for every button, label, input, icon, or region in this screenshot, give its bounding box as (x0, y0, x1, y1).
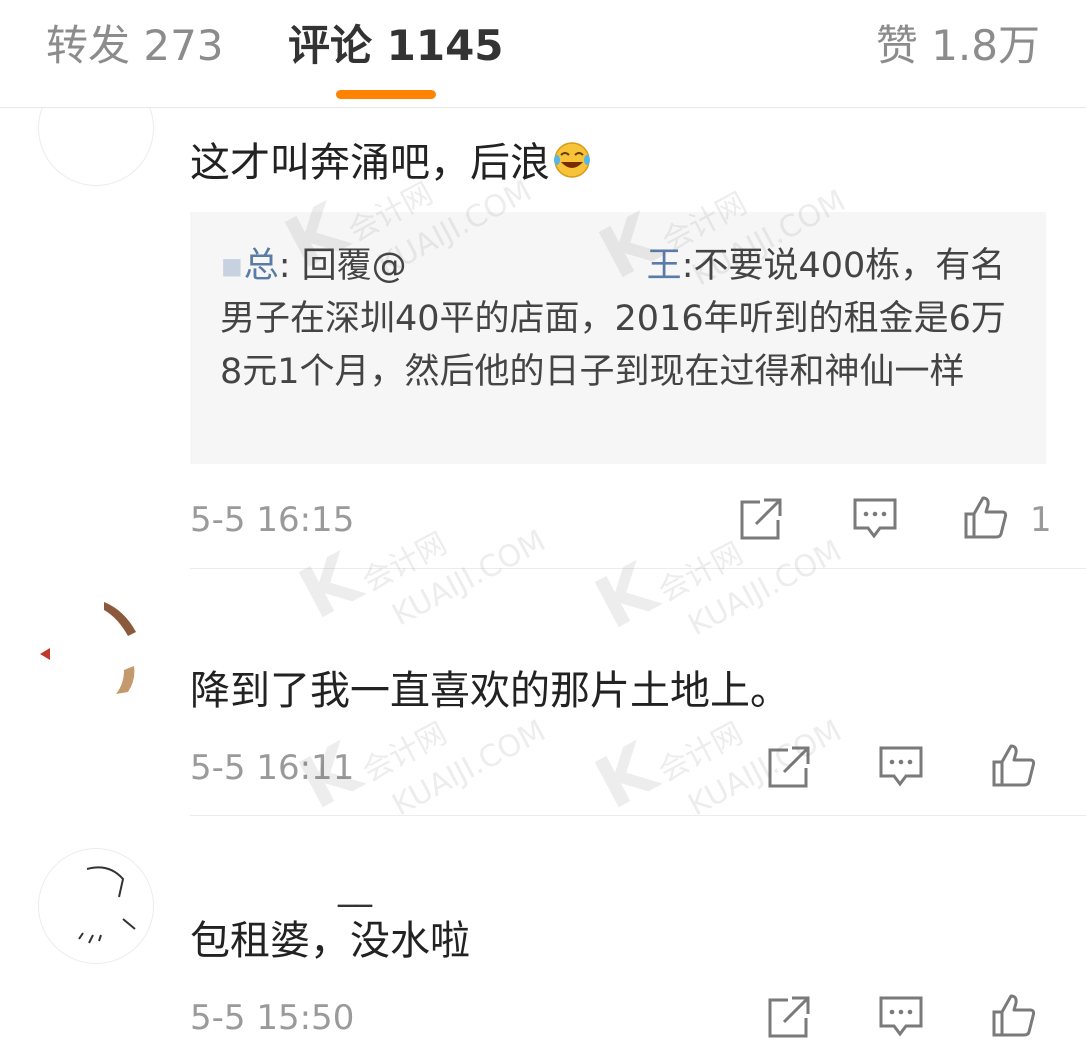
comment-text: 降到了我一直喜欢的那片土地上。 (190, 668, 790, 714)
active-tab-indicator (336, 90, 436, 99)
comment-separator (190, 568, 1086, 569)
like-count: 1 (1030, 500, 1052, 540)
share-icon[interactable] (766, 744, 812, 790)
reply-author-name[interactable]: ▪总 (220, 246, 279, 286)
comment-icon[interactable] (878, 744, 924, 790)
tab-like[interactable]: 赞 1.8万 (876, 18, 1040, 74)
comment-icon[interactable] (878, 994, 924, 1040)
avatar[interactable] (38, 848, 154, 964)
quoted-reply[interactable]: ▪总: 回覆@ 王:不要说400栋，有名男子在深圳40平的店面，2016年听到的租… (190, 212, 1046, 464)
comment-time: 5-5 15:50 (190, 998, 355, 1038)
tab-divider (0, 107, 1086, 108)
comment-icon[interactable] (852, 496, 898, 542)
username[interactable]: __ (338, 868, 372, 908)
like-icon[interactable] (962, 494, 1008, 540)
quoted-reply-text: ▪总: 回覆@ 王:不要说400栋，有名男子在深圳40平的店面，2016年听到的租… (220, 240, 1016, 399)
avatar-image (78, 866, 136, 944)
avatar-image (40, 602, 136, 694)
avatar[interactable] (38, 596, 154, 712)
comment-text-body: 这才叫奔涌吧，后浪 (190, 140, 550, 186)
comment-time: 5-5 16:15 (190, 500, 355, 540)
comment-time: 5-5 16:11 (190, 748, 355, 788)
comment-item: __ 包租婆，没水啦 5-5 15:50 (0, 816, 1086, 1038)
tab-repost[interactable]: 转发 273 (46, 18, 224, 74)
reply-target-name[interactable]: 王 (647, 246, 682, 286)
comment-text: 这才叫奔涌吧，后浪 (190, 138, 592, 188)
redacted-username (406, 252, 647, 282)
comment-text: 包租婆，没水啦 (190, 918, 470, 964)
comment-item: 降到了我一直喜欢的那片土地上。 5-5 16:11 (0, 570, 1086, 816)
like-icon[interactable] (990, 742, 1036, 788)
tab-bar: 转发 273 评论 1145 赞 1.8万 (0, 0, 1086, 108)
reply-body-line1: :不要说400栋，有 (681, 246, 971, 286)
share-icon[interactable] (738, 496, 784, 542)
like-icon[interactable] (990, 992, 1036, 1038)
reply-prefix: : 回覆@ (278, 246, 407, 286)
share-icon[interactable] (766, 994, 812, 1040)
laughing-tears-emoji (554, 142, 590, 178)
